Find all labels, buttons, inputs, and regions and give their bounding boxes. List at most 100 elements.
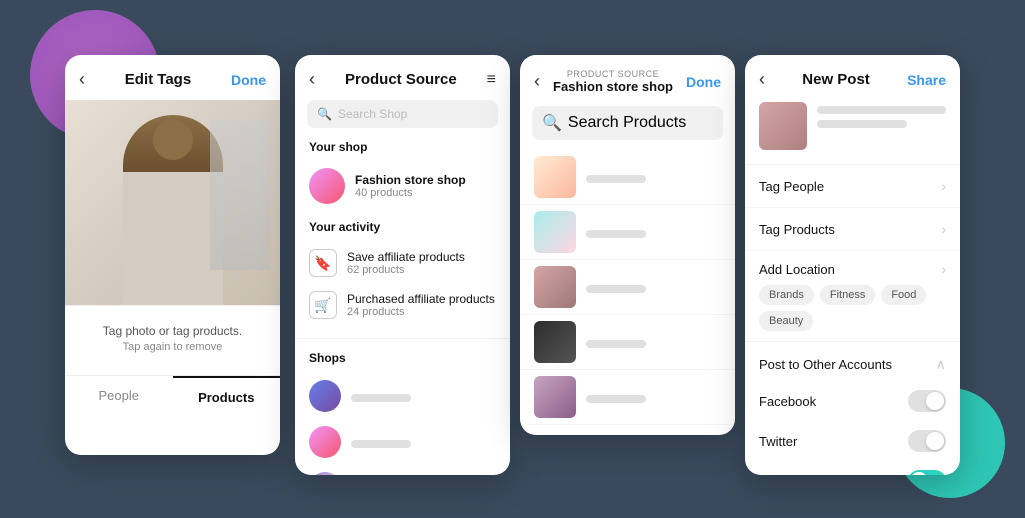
- facebook-label: Facebook: [759, 394, 816, 409]
- location-tag-beauty[interactable]: Beauty: [759, 311, 813, 331]
- back-button[interactable]: ‹: [79, 69, 85, 90]
- photo-clothes-rack: [210, 120, 270, 270]
- tag-people-item[interactable]: Tag People ›: [745, 165, 960, 208]
- product-thumb-4: [534, 321, 576, 363]
- fashion-shop-header: ‹ PRODUCT SOURCE Fashion store shop Done: [520, 55, 735, 98]
- tag-people-chevron: ›: [941, 178, 946, 194]
- twitter-toggle-item: Twitter: [745, 421, 960, 461]
- search-shop-bar[interactable]: 🔍 Search Shop: [307, 100, 498, 128]
- fashion-shop-title: Fashion store shop: [553, 79, 673, 94]
- panel-edit-tags: ‹ Edit Tags Done Tag photo or tag produc…: [65, 55, 280, 455]
- fashion-done-button[interactable]: Done: [686, 74, 721, 90]
- shop-list-item-2[interactable]: [295, 419, 510, 465]
- tumblr-toggle-item: Tumblr: [745, 461, 960, 475]
- share-button[interactable]: Share: [907, 72, 946, 88]
- product-thumb-3: [534, 266, 576, 308]
- add-location-chevron: ›: [941, 261, 946, 277]
- done-button[interactable]: Done: [231, 72, 266, 88]
- search-shop-placeholder: Search Shop: [338, 107, 407, 121]
- activity-item-1[interactable]: 🔖 Save affiliate products 62 products: [295, 242, 510, 284]
- shop-list-avatar-1: [309, 380, 341, 412]
- instruction-line1: Tag photo or tag products.: [79, 324, 266, 338]
- panel-new-post: ‹ New Post Share Tag People › Tag Produc…: [745, 55, 960, 475]
- facebook-toggle[interactable]: [908, 390, 946, 412]
- location-tags: Brands Fitness Food Beauty: [759, 285, 946, 331]
- shop-name: Fashion store shop: [355, 173, 466, 187]
- shops-label: Shops: [295, 351, 510, 373]
- product-thumb-5: [534, 376, 576, 418]
- instruction-line2: Tap again to remove: [79, 341, 266, 353]
- product-source-title: Product Source: [345, 71, 457, 88]
- panel-product-source: ‹ Product Source ≡ 🔍 Search Shop Your sh…: [295, 55, 510, 475]
- tag-products-chevron: ›: [941, 221, 946, 237]
- new-post-title: New Post: [802, 71, 870, 88]
- shop-list-avatar-2: [309, 426, 341, 458]
- activity-section: Your activity 🔖 Save affiliate products …: [295, 210, 510, 330]
- new-post-back-button[interactable]: ‹: [759, 69, 765, 90]
- product-text-5: [586, 391, 721, 403]
- caption-line-1: [817, 106, 946, 114]
- tumblr-toggle[interactable]: [908, 470, 946, 475]
- product-item-2[interactable]: [520, 205, 735, 260]
- shop-list-item-3[interactable]: [295, 465, 510, 475]
- product-list: [520, 150, 735, 425]
- activity1-count: 62 products: [347, 264, 465, 276]
- shop-list-avatar-3: [309, 472, 341, 475]
- divider: [295, 338, 510, 339]
- twitter-label: Twitter: [759, 434, 797, 449]
- product-source-back-button[interactable]: ‹: [309, 69, 315, 90]
- tab-people[interactable]: People: [65, 376, 173, 417]
- search-icon: 🔍: [317, 107, 332, 121]
- shop-list-text-2: [351, 436, 496, 448]
- panel-fashion-shop: ‹ PRODUCT SOURCE Fashion store shop Done…: [520, 55, 735, 435]
- product-placeholder-2b: [586, 230, 646, 238]
- photo-person-figure: [123, 115, 223, 305]
- product-item-4[interactable]: [520, 315, 735, 370]
- location-tag-fitness[interactable]: Fitness: [820, 285, 875, 305]
- tab-products[interactable]: Products: [173, 376, 281, 417]
- product-item-5[interactable]: [520, 370, 735, 425]
- product-placeholder-5b: [586, 395, 646, 403]
- your-shop-label: Your shop: [295, 140, 510, 162]
- search-products-bar[interactable]: 🔍 Search Products: [532, 106, 723, 140]
- twitter-toggle[interactable]: [908, 430, 946, 452]
- product-item-1[interactable]: [520, 150, 735, 205]
- product-text-1: [586, 171, 721, 183]
- post-caption-lines: [817, 102, 946, 134]
- tag-instruction: Tag photo or tag products. Tap again to …: [65, 305, 280, 367]
- tag-people-label: Tag People: [759, 179, 824, 194]
- activity2-count: 24 products: [347, 306, 495, 318]
- shops-section: Shops: [295, 347, 510, 475]
- post-thumbnail: [759, 102, 807, 150]
- location-header[interactable]: Add Location ›: [759, 261, 946, 277]
- shop-list-item-1[interactable]: [295, 373, 510, 419]
- product-placeholder-4b: [586, 340, 646, 348]
- tag-products-item[interactable]: Tag Products ›: [745, 208, 960, 251]
- fashion-search-icon: 🔍: [542, 113, 562, 133]
- tag-products-label: Tag Products: [759, 222, 835, 237]
- other-accounts-header[interactable]: Post to Other Accounts ∧: [745, 346, 960, 381]
- fashion-sub-label: PRODUCT SOURCE: [553, 69, 673, 79]
- your-shop-item[interactable]: Fashion store shop 40 products: [295, 162, 510, 210]
- activity-item-2[interactable]: 🛒 Purchased affiliate products 24 produc…: [295, 284, 510, 326]
- activity2-title: Purchased affiliate products: [347, 292, 495, 306]
- location-tag-food[interactable]: Food: [881, 285, 926, 305]
- save-affiliate-icon: 🔖: [309, 249, 337, 277]
- add-location-label: Add Location: [759, 262, 835, 277]
- location-tag-brands[interactable]: Brands: [759, 285, 814, 305]
- tumblr-label: Tumblr: [759, 474, 799, 476]
- fashion-shop-back-button[interactable]: ‹: [534, 71, 540, 92]
- caption-line-2: [817, 120, 907, 128]
- other-accounts-section: Post to Other Accounts ∧ Facebook Twitte…: [745, 342, 960, 475]
- product-text-4: [586, 336, 721, 348]
- activity1-title: Save affiliate products: [347, 250, 465, 264]
- menu-icon[interactable]: ≡: [487, 71, 496, 89]
- new-post-header: ‹ New Post Share: [745, 55, 960, 102]
- post-preview: [745, 102, 960, 164]
- product-text-2: [586, 226, 721, 238]
- product-item-3[interactable]: [520, 260, 735, 315]
- fashion-header-center: PRODUCT SOURCE Fashion store shop: [553, 69, 673, 94]
- shop-list-placeholder-2b: [351, 440, 411, 448]
- product-source-header: ‹ Product Source ≡: [295, 55, 510, 100]
- product-placeholder-1b: [586, 175, 646, 183]
